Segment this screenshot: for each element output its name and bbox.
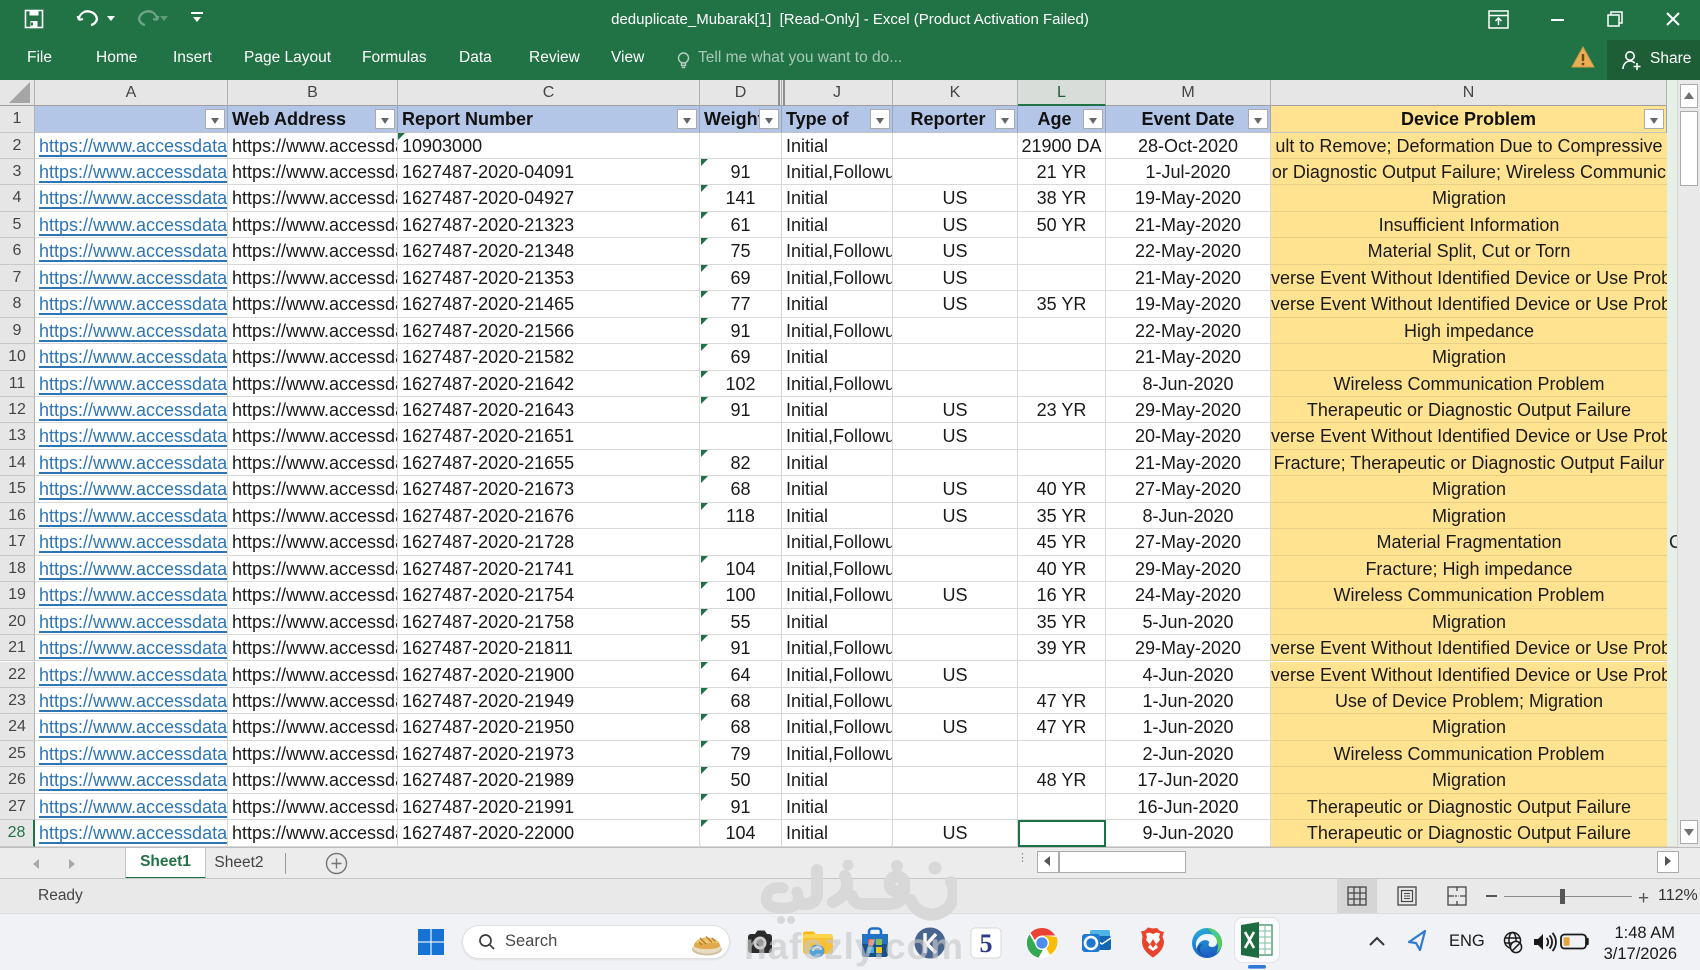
svg-text:5: 5 bbox=[980, 929, 993, 958]
